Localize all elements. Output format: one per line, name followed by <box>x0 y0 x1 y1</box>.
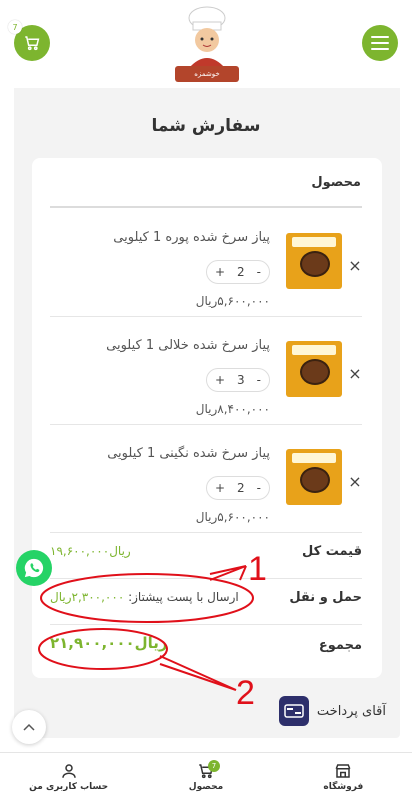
order-item: × پیاز سرخ شده پوره 1 کیلویی - 2 + ۵,۶۰۰… <box>50 218 362 318</box>
divider <box>50 424 362 425</box>
quantity-stepper[interactable]: - 2 + <box>206 260 270 284</box>
qty-value[interactable]: 3 <box>237 373 245 387</box>
subtotal-row: قیمت کل ۱۹,۶۰۰,۰۰۰ریال <box>50 538 362 568</box>
total-label: مجموع <box>318 638 362 653</box>
shipping-cost: ۲,۳۰۰,۰۰۰ریال <box>50 590 125 604</box>
chevron-up-icon <box>23 723 35 731</box>
cart-icon <box>25 36 40 51</box>
qty-plus-button[interactable]: + <box>215 265 225 279</box>
order-item: × پیاز سرخ شده خلالی 1 کیلویی - 3 + ۸,۴۰… <box>50 326 362 426</box>
total-value: ۲۱,۹۰۰,۰۰۰ریال <box>50 634 168 652</box>
nav-account-label: حساب کاربری من <box>29 781 109 792</box>
site-logo[interactable]: خوشمزه <box>175 4 239 84</box>
hamburger-icon <box>371 36 389 50</box>
remove-item-button[interactable]: × <box>348 472 362 491</box>
product-thumbnail[interactable] <box>286 341 342 397</box>
cart-count-badge: 7 <box>8 20 22 34</box>
order-total-row: مجموع ۲۱,۹۰۰,۰۰۰ریال <box>50 632 362 662</box>
shipping-method: ارسال با پست پیشتاز: <box>128 590 239 604</box>
nav-shop-label: فروشگاه <box>323 781 364 792</box>
remove-item-button[interactable]: × <box>348 256 362 275</box>
payment-method-option[interactable]: آقای پرداخت <box>278 696 386 726</box>
product-name[interactable]: پیاز سرخ شده خلالی 1 کیلویی <box>106 338 270 353</box>
scroll-to-top-button[interactable] <box>12 710 46 744</box>
site-header: 7 خوشمزه <box>0 0 412 88</box>
shipping-label: حمل و نقل <box>289 590 362 605</box>
divider <box>50 624 362 625</box>
nav-product-label: محصول <box>188 781 224 792</box>
qty-minus-button[interactable]: - <box>257 265 261 279</box>
whatsapp-button[interactable] <box>16 550 52 586</box>
product-name[interactable]: پیاز سرخ شده پوره 1 کیلویی <box>113 230 270 245</box>
menu-button[interactable] <box>362 25 398 61</box>
qty-value[interactable]: 2 <box>237 265 245 279</box>
shipping-option: ارسال با پست پیشتاز: ۲,۳۰۰,۰۰۰ریال <box>50 590 239 604</box>
quantity-stepper[interactable]: - 2 + <box>206 476 270 500</box>
item-price: ۵,۶۰۰,۰۰۰ریال <box>195 294 270 308</box>
shipping-row: حمل و نقل ارسال با پست پیشتاز: ۲,۳۰۰,۰۰۰… <box>50 584 362 614</box>
qty-plus-button[interactable]: + <box>215 373 225 387</box>
page-title: سفارش شما <box>151 116 261 136</box>
remove-item-button[interactable]: × <box>348 364 362 383</box>
item-price: ۸,۴۰۰,۰۰۰ریال <box>195 402 270 416</box>
qty-minus-button[interactable]: - <box>257 373 261 387</box>
divider <box>50 532 362 533</box>
whatsapp-icon <box>24 558 44 578</box>
item-price: ۵,۶۰۰,۰۰۰ریال <box>195 510 270 524</box>
order-item: × پیاز سرخ شده نگینی 1 کیلویی - 2 + ۵,۶۰… <box>50 434 362 534</box>
store-icon <box>335 763 351 778</box>
user-icon <box>61 763 76 778</box>
nav-cart-badge: 7 <box>207 759 220 772</box>
subtotal-label: قیمت کل <box>302 544 362 559</box>
nav-account[interactable]: حساب کاربری من <box>9 762 129 792</box>
quantity-stepper[interactable]: - 3 + <box>206 368 270 392</box>
payment-gateway-icon <box>278 696 309 726</box>
qty-plus-button[interactable]: + <box>215 481 225 495</box>
product-name[interactable]: پیاز سرخ شده نگینی 1 کیلویی <box>107 446 270 461</box>
logo-text: خوشمزه <box>175 66 239 82</box>
product-thumbnail[interactable] <box>286 449 342 505</box>
nav-product[interactable]: 7 محصول <box>146 759 266 792</box>
product-column-header: محصول <box>311 175 361 190</box>
qty-minus-button[interactable]: - <box>257 481 261 495</box>
subtotal-value: ۱۹,۶۰۰,۰۰۰ریال <box>50 544 131 558</box>
nav-shop[interactable]: فروشگاه <box>283 762 403 792</box>
bottom-navigation: حساب کاربری من 7 محصول فروشگاه <box>0 752 412 800</box>
divider <box>50 578 362 579</box>
qty-value[interactable]: 2 <box>237 481 245 495</box>
divider <box>50 316 362 317</box>
payment-method-label: آقای پرداخت <box>316 703 386 719</box>
product-thumbnail[interactable] <box>286 233 342 289</box>
divider <box>50 206 362 208</box>
